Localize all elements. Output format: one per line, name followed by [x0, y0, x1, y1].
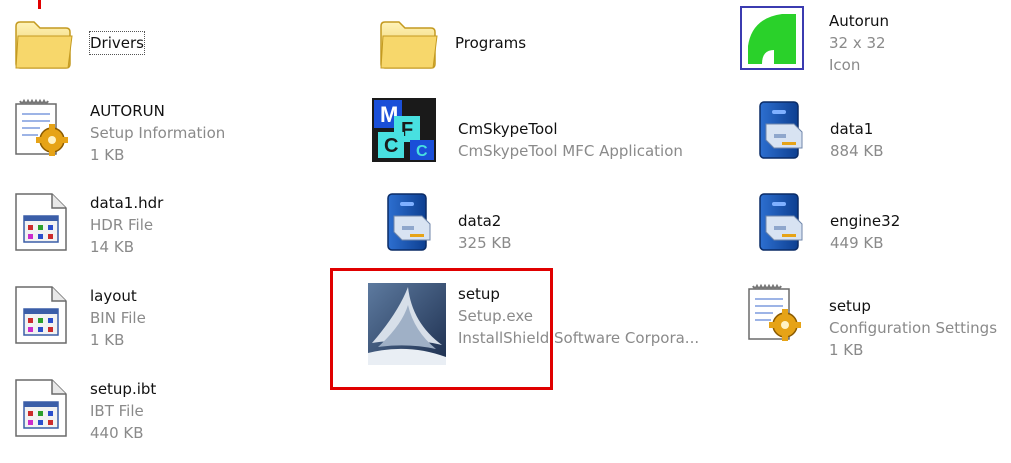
file-name: layout [90, 287, 137, 305]
generic-file-icon [10, 376, 74, 440]
generic-file-icon [10, 283, 74, 347]
file-type: Icon [829, 56, 861, 74]
file-type: Configuration Settings [829, 319, 998, 337]
file-name: setup [458, 285, 500, 303]
file-size: 325 KB [458, 234, 512, 252]
file-company: InstallShield Software Corpora... [458, 329, 700, 347]
file-size: 440 KB [90, 424, 144, 442]
file-item-data1-hdr[interactable]: data1.hdr HDR File 14 KB [10, 190, 310, 260]
configuration-settings-icon [743, 283, 807, 347]
generic-file-icon [10, 190, 74, 254]
file-size: 1 KB [90, 146, 125, 164]
file-name: Drivers [89, 31, 145, 55]
file-item-setup-ini[interactable]: setup Configuration Settings 1 KB [743, 283, 1009, 359]
file-name: setup.ibt [90, 380, 157, 398]
file-type: BIN File [90, 309, 146, 327]
file-description: CmSkypeTool MFC Application [458, 142, 683, 160]
cabinet-icon [750, 98, 814, 162]
file-type: HDR File [90, 216, 154, 234]
file-size: 1 KB [829, 341, 864, 359]
file-size: 449 KB [830, 234, 884, 252]
folder-icon [10, 10, 74, 74]
file-item-cmskypetool[interactable]: M F C C CmSkypeTool CmSkypeTool MFC Appl… [372, 98, 712, 168]
file-item-autorun-icon[interactable]: Autorun 32 x 32 Icon [740, 6, 1000, 76]
mfc-application-icon: M F C C [372, 98, 436, 162]
file-item-drivers[interactable]: Drivers [10, 10, 310, 80]
file-item-data2[interactable]: data2 325 KB [378, 190, 708, 260]
file-item-data1[interactable]: data1 884 KB [750, 98, 1000, 168]
installshield-icon [368, 283, 446, 365]
file-name: data1 [830, 120, 874, 138]
file-item-engine32[interactable]: engine32 449 KB [750, 190, 1000, 260]
cabinet-icon [750, 190, 814, 254]
file-size: 1 KB [90, 331, 125, 349]
red-marker [38, 0, 41, 9]
file-name: setup [829, 297, 871, 315]
folder-icon [375, 10, 439, 74]
file-name: Programs [455, 34, 527, 52]
file-item-setup-ibt[interactable]: setup.ibt IBT File 440 KB [10, 376, 310, 446]
file-type: Setup Information [90, 124, 226, 142]
svg-text:C: C [416, 143, 428, 160]
file-name: AUTORUN [90, 102, 165, 120]
file-item-layout[interactable]: layout BIN File 1 KB [10, 283, 310, 353]
file-item-programs[interactable]: Programs [375, 10, 705, 80]
autorun-icon [740, 6, 804, 70]
file-name: CmSkypeTool [458, 120, 558, 138]
cabinet-icon [378, 190, 442, 254]
file-item-setup-exe[interactable]: setup Setup.exe InstallShield Software C… [368, 283, 738, 365]
file-name: Autorun [829, 12, 890, 30]
setup-information-icon [10, 98, 74, 162]
file-type: IBT File [90, 402, 144, 420]
file-name: engine32 [830, 212, 901, 230]
file-size: 884 KB [830, 142, 884, 160]
file-dimensions: 32 x 32 [829, 34, 886, 52]
file-description: Setup.exe [458, 307, 534, 325]
file-size: 14 KB [90, 238, 134, 256]
file-name: data2 [458, 212, 502, 230]
file-name: data1.hdr [90, 194, 164, 212]
file-item-autorun-inf[interactable]: AUTORUN Setup Information 1 KB [10, 98, 310, 168]
svg-text:C: C [384, 135, 398, 157]
